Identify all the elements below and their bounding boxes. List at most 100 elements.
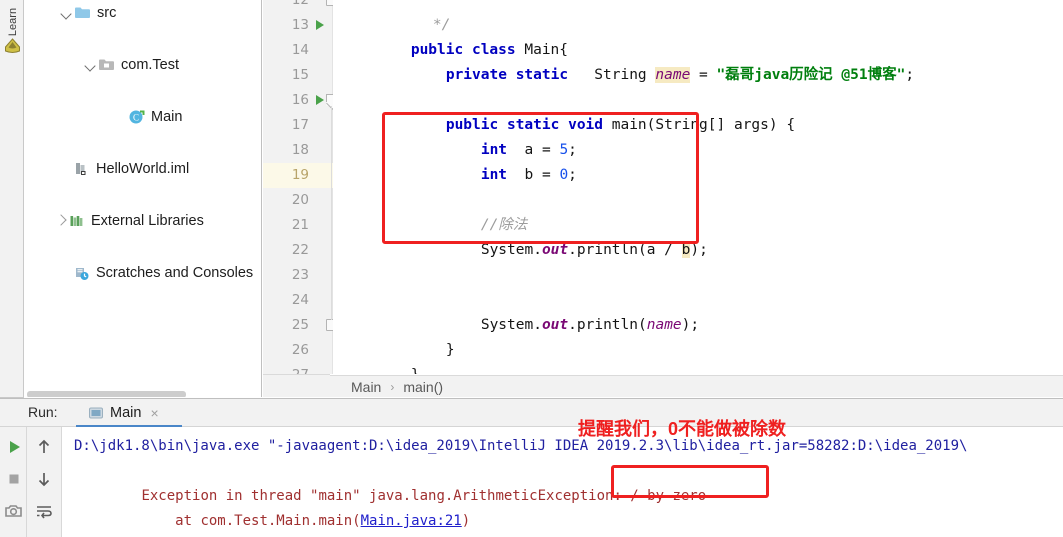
soft-wrap-icon[interactable]	[33, 500, 55, 522]
intellij-idea-window: Learn src com.Test C Main HelloWorld.iml…	[0, 0, 1063, 537]
rerun-button[interactable]	[3, 436, 25, 458]
code-token-number: 0	[559, 167, 569, 183]
tree-label: src	[97, 5, 117, 21]
chevron-down-icon[interactable]	[84, 58, 98, 72]
line-number: 15	[291, 67, 309, 83]
code-token-string-literal: "磊哥java历险记 @51博客"	[716, 67, 906, 83]
arrow-up-icon[interactable]	[33, 436, 55, 458]
fold-indent-guide	[331, 106, 332, 320]
tree-item-main-class[interactable]: C Main	[24, 104, 261, 130]
line-number: 14	[291, 42, 309, 58]
line-number: 22	[291, 242, 309, 258]
chevron-down-icon[interactable]	[60, 6, 74, 20]
breadcrumb-method[interactable]: main()	[403, 379, 443, 395]
tree-label: HelloWorld.iml	[96, 161, 190, 177]
stop-button[interactable]	[3, 468, 25, 490]
code-token: ;	[568, 167, 577, 183]
folder-icon	[74, 5, 92, 21]
tree-label: External Libraries	[91, 213, 204, 229]
run-gutter-marker-main[interactable]	[316, 95, 324, 105]
editor-bottom-filler	[263, 374, 330, 397]
code-token: b =	[507, 167, 560, 183]
iml-file-icon	[73, 161, 91, 177]
code-token-static-field: out	[541, 242, 569, 258]
line-number: 12	[291, 0, 309, 8]
line-number: 26	[291, 342, 309, 358]
run-gutter-marker-class[interactable]	[316, 20, 324, 30]
code-token: System.	[480, 242, 542, 258]
run-tab-label: Main	[110, 405, 142, 421]
line-number: 18	[291, 142, 309, 158]
code-line-18: int b = 0;	[411, 138, 1063, 183]
stacktrace-link[interactable]: Main.java:21	[361, 513, 462, 529]
code-line-12: */	[363, 0, 1063, 33]
line-number: 20	[291, 192, 309, 208]
code-token: ;	[905, 67, 915, 83]
tree-label: Scratches and Consoles	[96, 265, 254, 281]
line-number-current: 19	[291, 167, 309, 183]
line-number: 21	[291, 217, 309, 233]
run-actions-column-right	[27, 427, 62, 537]
red-annotation-note: 提醒我们，0不能做被除数	[578, 419, 787, 439]
project-hscrollbar-thumb[interactable]	[27, 391, 186, 397]
code-token: static	[515, 67, 569, 83]
console-line-stacktrace: at com.Test.Main.main(Main.java:21)	[74, 484, 470, 537]
project-tree-panel[interactable]: src com.Test C Main HelloWorld.iml Exter…	[24, 0, 262, 397]
line-number: 25	[291, 317, 309, 333]
code-token: int	[480, 167, 508, 183]
package-icon	[98, 57, 116, 73]
code-token: );	[690, 242, 708, 258]
svg-text:C: C	[133, 113, 139, 123]
stacktrace-prefix: at com.Test.Main.main(	[141, 513, 361, 529]
breadcrumb-separator-icon: ›	[390, 379, 395, 394]
code-line-20: //除法	[411, 188, 1063, 233]
code-line-14: private static String name = "磊哥java历险记 …	[376, 38, 1063, 83]
tree-label: com.Test	[121, 57, 180, 73]
run-panel-label: Run:	[28, 404, 58, 420]
code-line-16: public static void main(String[] args) {	[376, 88, 1063, 133]
console-icon	[88, 405, 104, 421]
tree-item-external-libraries[interactable]: External Libraries	[24, 208, 261, 234]
line-number: 23	[291, 267, 309, 283]
tree-item-iml-file[interactable]: HelloWorld.iml	[24, 156, 261, 182]
left-tool-strip: Learn	[0, 0, 24, 397]
line-number: 13	[291, 17, 309, 33]
scratches-icon	[73, 265, 91, 281]
libraries-icon	[68, 213, 86, 229]
tree-item-scratches-consoles[interactable]: Scratches and Consoles	[24, 260, 261, 286]
code-line-26: }	[341, 338, 1063, 374]
tree-item-src[interactable]: src	[24, 0, 261, 26]
code-line-17: int a = 5;	[411, 113, 1063, 158]
run-tab-main[interactable]: Main ×	[82, 399, 165, 427]
arrow-down-icon[interactable]	[33, 468, 55, 490]
code-token: .println(a /	[568, 242, 682, 258]
line-number: 16	[291, 92, 309, 108]
code-token-field-name: name	[655, 67, 691, 83]
line-number: 17	[291, 117, 309, 133]
code-token: String	[594, 67, 647, 83]
breadcrumb-class[interactable]: Main	[351, 379, 381, 395]
code-token: private	[445, 67, 507, 83]
tree-label: Main	[151, 109, 183, 125]
code-line-25: }	[376, 313, 1063, 358]
java-class-icon: C	[128, 109, 146, 125]
exception-detail: : / by zero	[613, 488, 707, 504]
code-line-21: System.out.println(a / b);	[411, 213, 1063, 258]
screenshot-button[interactable]	[3, 500, 25, 522]
code-line-24: System.out.println(name);	[411, 288, 1063, 333]
tree-item-com-test[interactable]: com.Test	[24, 52, 261, 78]
run-actions-column-left	[0, 427, 27, 537]
console-output[interactable]: D:\jdk1.8\bin\java.exe "-javaagent:D:\id…	[63, 427, 1063, 537]
code-text-area[interactable]: */ public class Main{ private static Str…	[333, 0, 1063, 374]
chevron-right-icon[interactable]	[54, 214, 68, 228]
stacktrace-suffix: )	[461, 513, 471, 529]
run-tool-window: Run: Main × D:\jdk1.8\bin\java.exe "-jav…	[0, 398, 1063, 537]
code-line-13: public class Main{	[341, 13, 1063, 58]
breadcrumb[interactable]: Main › main()	[330, 375, 1063, 397]
line-number: 27	[263, 363, 309, 374]
idea-logo-icon[interactable]	[4, 38, 21, 54]
close-icon[interactable]: ×	[150, 406, 158, 420]
code-editor[interactable]: 12 13 14 15 16 17 18 19 20 21 22 23 24 2…	[263, 0, 1063, 374]
line-number: 24	[291, 292, 309, 308]
code-token: }	[411, 367, 420, 374]
